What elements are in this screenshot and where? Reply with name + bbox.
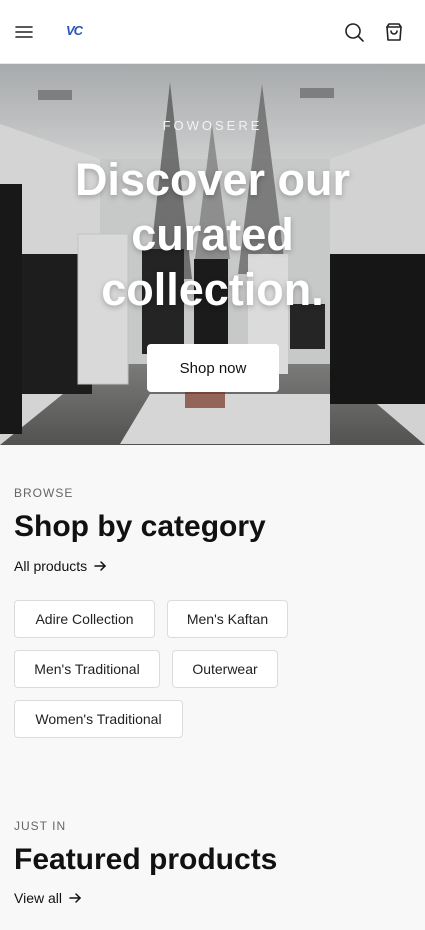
- all-products-label: All products: [14, 558, 88, 574]
- just-in-eyebrow: JUST IN: [14, 819, 67, 833]
- hero-banner: FOWOSERE Discover our curated collection…: [0, 64, 425, 445]
- view-all-link[interactable]: View all: [14, 890, 82, 906]
- browse-eyebrow: BROWSE: [14, 486, 74, 500]
- arrow-right-icon: [94, 561, 107, 571]
- view-all-label: View all: [14, 890, 62, 906]
- hamburger-menu-icon[interactable]: [12, 20, 36, 44]
- search-icon[interactable]: [342, 20, 366, 44]
- site-header: VC: [0, 0, 425, 64]
- arrow-right-icon: [69, 893, 82, 903]
- shopping-bag-icon[interactable]: [382, 20, 406, 44]
- all-products-link[interactable]: All products: [14, 558, 107, 574]
- category-chip-mens-traditional[interactable]: Men's Traditional: [14, 650, 160, 688]
- shop-now-button[interactable]: Shop now: [147, 344, 279, 392]
- hero-title: Discover our curated collection.: [74, 154, 351, 315]
- category-chip-womens-traditional[interactable]: Women's Traditional: [14, 700, 183, 738]
- hero-eyebrow: FOWOSERE: [162, 118, 263, 133]
- category-chip-adire-collection[interactable]: Adire Collection: [14, 600, 155, 638]
- category-section-title: Shop by category: [14, 510, 266, 543]
- category-chip-outerwear[interactable]: Outerwear: [172, 650, 278, 688]
- featured-section-title: Featured products: [14, 843, 278, 876]
- category-chip-mens-kaftan[interactable]: Men's Kaftan: [167, 600, 288, 638]
- brand-logo[interactable]: VC: [66, 23, 83, 38]
